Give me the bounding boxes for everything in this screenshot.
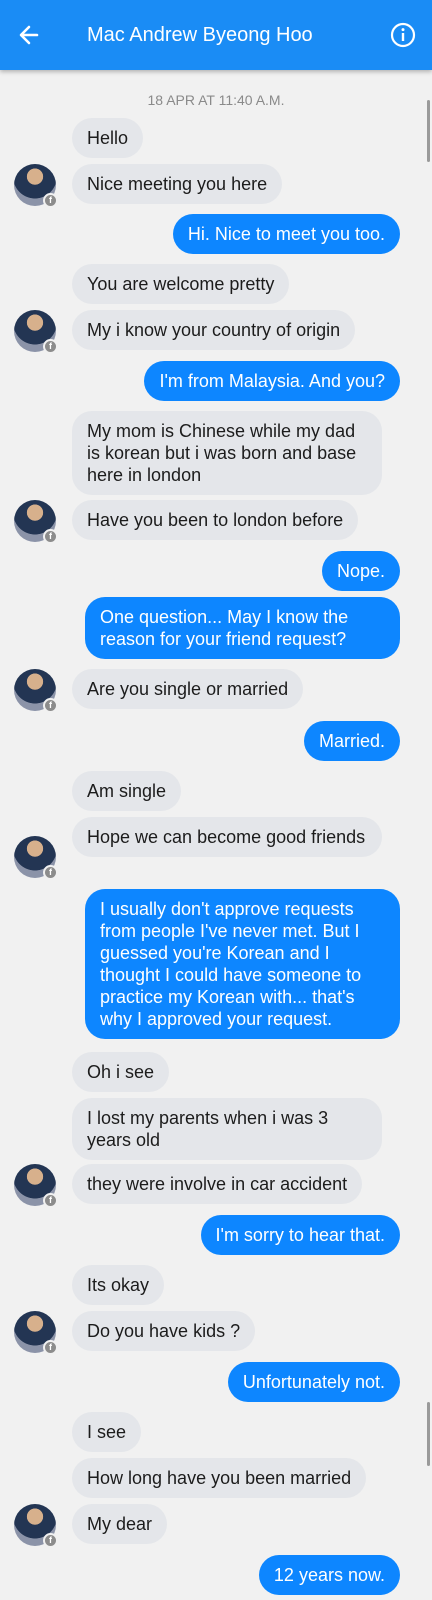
info-circle-icon (390, 22, 416, 48)
message-bubble-outgoing[interactable]: Hi. Nice to meet you too. (172, 214, 400, 254)
message-bubble-incoming[interactable]: You are welcome pretty (72, 264, 290, 304)
arrow-left-icon (19, 25, 39, 45)
avatar[interactable]: f (14, 310, 58, 354)
message-bubble-incoming[interactable]: Have you been to london before (72, 500, 359, 540)
conversation-title[interactable]: Mac Andrew Byeong Hoo (87, 22, 313, 48)
message-bubble-outgoing[interactable]: Nope. (321, 551, 400, 591)
message-bubble-incoming[interactable]: Nice meeting you here (72, 164, 283, 204)
avatar[interactable]: f (14, 500, 58, 544)
message-bubble-incoming[interactable]: Oh i see (72, 1052, 170, 1092)
message-timestamp: 18 APR AT 11:40 A.M. (147, 92, 285, 108)
messenger-badge-icon: f (43, 865, 58, 880)
messenger-badge-icon: f (43, 1340, 58, 1355)
message-bubble-incoming[interactable]: I see (72, 1412, 142, 1452)
message-bubble-outgoing[interactable]: 12 years now. (258, 1555, 400, 1595)
message-bubble-incoming[interactable]: Am single (72, 771, 182, 811)
message-bubble-incoming[interactable]: Do you have kids ? (72, 1311, 256, 1351)
messenger-badge-icon: f (43, 1533, 58, 1548)
message-bubble-incoming[interactable]: I lost my parents when i was 3 years old (72, 1098, 382, 1160)
message-bubble-outgoing[interactable]: I'm from Malaysia. And you? (144, 361, 400, 401)
scrollbar[interactable] (427, 100, 430, 162)
message-bubble-incoming[interactable]: Hello (72, 118, 144, 158)
avatar[interactable]: f (14, 836, 58, 880)
messenger-badge-icon: f (43, 193, 58, 208)
message-bubble-outgoing[interactable]: Unfortunately not. (227, 1362, 400, 1402)
scrollbar-thumb[interactable] (427, 1402, 430, 1466)
messenger-badge-icon: f (43, 529, 58, 544)
message-bubble-incoming[interactable]: Its okay (72, 1265, 165, 1305)
avatar[interactable]: f (14, 1164, 58, 1208)
avatar[interactable]: f (14, 164, 58, 208)
message-bubble-outgoing[interactable]: One question... May I know the reason fo… (85, 597, 400, 659)
message-bubble-incoming[interactable]: How long have you been married (72, 1458, 367, 1498)
messenger-badge-icon: f (43, 339, 58, 354)
avatar[interactable]: f (14, 1311, 58, 1355)
message-bubble-outgoing[interactable]: I usually don't approve requests from pe… (85, 889, 400, 1039)
message-bubble-outgoing[interactable]: Married. (303, 721, 400, 761)
message-bubble-incoming[interactable]: My dear (72, 1504, 168, 1544)
chat-header: Mac Andrew Byeong Hoo (0, 0, 432, 70)
avatar[interactable]: f (14, 1504, 58, 1548)
info-button[interactable] (388, 20, 418, 50)
message-bubble-incoming[interactable]: they were involve in car accident (72, 1164, 363, 1204)
messenger-badge-icon: f (43, 698, 58, 713)
message-bubble-incoming[interactable]: My i know your country of origin (72, 310, 356, 350)
message-bubble-incoming[interactable]: Hope we can become good friends (72, 817, 382, 857)
avatar[interactable]: f (14, 669, 58, 713)
messenger-badge-icon: f (43, 1193, 58, 1208)
message-bubble-incoming[interactable]: My mom is Chinese while my dad is korean… (72, 411, 382, 495)
message-bubble-incoming[interactable]: Are you single or married (72, 669, 304, 709)
back-button[interactable] (14, 20, 44, 50)
message-bubble-outgoing[interactable]: I'm sorry to hear that. (200, 1215, 400, 1255)
